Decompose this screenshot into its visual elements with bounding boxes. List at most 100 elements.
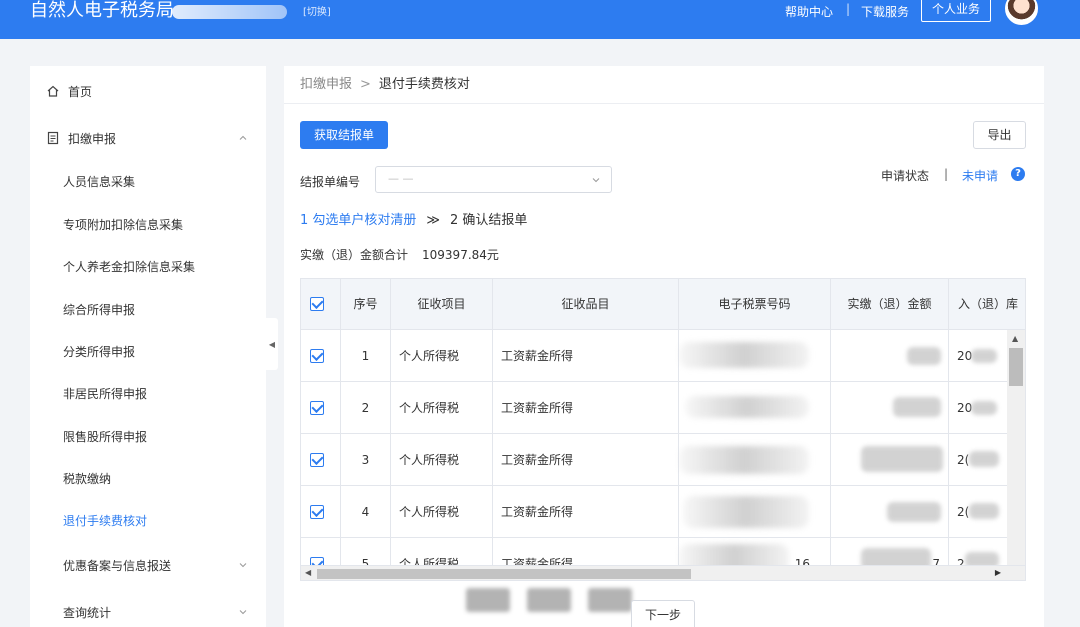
sidebar-item-nonresident-income[interactable]: 非居民所得申报 xyxy=(30,372,266,414)
redacted-button[interactable] xyxy=(527,588,571,612)
redacted-ticket xyxy=(679,446,809,474)
redacted-amount xyxy=(887,502,941,522)
sidebar-item-pension-deduction[interactable]: 个人养老金扣除信息采集 xyxy=(30,245,266,287)
vertical-scrollbar[interactable]: ▲ xyxy=(1007,330,1025,565)
redacted-button[interactable] xyxy=(466,588,510,612)
sidebar-item-query-statistics[interactable]: 查询统计 xyxy=(30,591,266,627)
select-placeholder: — — xyxy=(388,172,414,185)
row-category: 工资薪金所得 xyxy=(493,434,679,486)
column-header: 实缴（退）金额 xyxy=(831,279,949,330)
scroll-up-icon[interactable]: ▲ xyxy=(1012,334,1018,343)
top-header: 自然人电子税务局 [切换] 帮助中心 | 下载服务 个人业务 xyxy=(0,0,1080,39)
sidebar-item-preferential-filing[interactable]: 优惠备案与信息报送 xyxy=(30,544,266,586)
row-item: 个人所得税 xyxy=(391,434,493,486)
row-checkbox-cell xyxy=(301,382,341,434)
sidebar-item-label: 个人养老金扣除信息采集 xyxy=(63,259,196,274)
personal-business-button[interactable]: 个人业务 xyxy=(921,0,991,22)
row-category: 工资薪金所得 xyxy=(493,330,679,382)
total-amount-value: 109397.84元 xyxy=(422,248,499,262)
sidebar-item-withholding-declaration[interactable]: 扣缴申报 xyxy=(30,117,266,159)
sidebar-item-label: 综合所得申报 xyxy=(63,302,136,317)
column-header: 序号 xyxy=(341,279,391,330)
next-step-button[interactable]: 下一步 xyxy=(631,600,695,627)
horizontal-scroll-thumb[interactable] xyxy=(317,569,691,579)
chevron-down-icon xyxy=(592,178,600,183)
table-row[interactable]: 4 个人所得税 工资薪金所得 2( xyxy=(301,486,1007,538)
scroll-right-icon[interactable]: ▶ xyxy=(995,568,1001,577)
sidebar-item-comprehensive-income[interactable]: 综合所得申报 xyxy=(30,288,266,330)
table-row[interactable]: 2 个人所得税 工资薪金所得 20 xyxy=(301,382,1007,434)
sidebar-item-tax-payment[interactable]: 税款缴纳 xyxy=(30,457,266,499)
row-item: 个人所得税 xyxy=(391,382,493,434)
row-ticket xyxy=(679,382,831,434)
scroll-left-icon[interactable]: ◀ xyxy=(305,568,311,577)
breadcrumb-current: 退付手续费核对 xyxy=(378,77,470,92)
row-date-text: 20 xyxy=(957,401,973,415)
breadcrumb: 扣缴申报 > 退付手续费核对 xyxy=(300,76,470,94)
row-number: 1 xyxy=(341,330,391,382)
switch-link[interactable]: [切换] xyxy=(303,3,331,18)
row-checkbox[interactable] xyxy=(310,453,324,467)
row-date-text: 2( xyxy=(957,505,970,519)
statement-number-label: 结报单编号 xyxy=(300,175,361,189)
sidebar-collapse-toggle[interactable]: ◀ xyxy=(266,318,278,370)
redacted-ticket xyxy=(679,342,809,368)
row-date-text: 2( xyxy=(957,453,970,467)
table-row[interactable]: 3 个人所得税 工资薪金所得 2( xyxy=(301,434,1007,486)
sidebar-item-classified-income[interactable]: 分类所得申报 xyxy=(30,330,266,372)
breadcrumb-arrow: > xyxy=(360,77,371,92)
help-icon[interactable]: ? xyxy=(1011,167,1025,181)
sidebar-item-home[interactable]: 首页 xyxy=(30,70,266,112)
divider xyxy=(284,103,1044,104)
row-item: 个人所得税 xyxy=(391,330,493,382)
table-header: 序号 征收项目 征收品目 电子税票号码 实缴（退）金额 入（退）库 xyxy=(301,279,1025,330)
refund-table: 序号 征收项目 征收品目 电子税票号码 实缴（退）金额 入（退）库 1 个人所得… xyxy=(300,278,1026,581)
redacted-date xyxy=(971,349,997,363)
sidebar-item-refund-fee-check[interactable]: 退付手续费核对 xyxy=(30,499,266,541)
app-title: 自然人电子税务局 xyxy=(30,0,174,21)
sidebar-item-label: 非居民所得申报 xyxy=(63,386,148,401)
redacted-date xyxy=(969,451,999,467)
select-all-cell xyxy=(301,279,341,330)
document-icon xyxy=(47,131,59,145)
row-ticket xyxy=(679,330,831,382)
select-all-checkbox[interactable] xyxy=(310,297,324,311)
sidebar-item-special-deduction[interactable]: 专项附加扣除信息采集 xyxy=(30,203,266,245)
application-status-label: 申请状态 xyxy=(881,169,930,183)
row-date: 20 xyxy=(949,330,1007,382)
row-ticket xyxy=(679,434,831,486)
row-date: 2( xyxy=(949,486,1007,538)
avatar[interactable] xyxy=(1005,0,1038,25)
row-checkbox-cell xyxy=(301,434,341,486)
fetch-statement-button[interactable]: 获取结报单 xyxy=(300,121,388,149)
download-service-link[interactable]: 下载服务 xyxy=(861,3,909,20)
row-amount xyxy=(831,330,949,382)
column-header: 入（退）库 xyxy=(957,297,1018,311)
row-checkbox-cell xyxy=(301,330,341,382)
breadcrumb-parent[interactable]: 扣缴申报 xyxy=(300,77,352,92)
sidebar: 首页 扣缴申报 人员信息采集 专项附加扣除信息采集 个人养老金扣除信息采集 综合… xyxy=(30,66,266,627)
statement-number-select[interactable]: — — xyxy=(375,166,612,193)
export-button[interactable]: 导出 xyxy=(973,121,1026,149)
sidebar-item-label: 首页 xyxy=(68,84,93,99)
vertical-scroll-thumb[interactable] xyxy=(1009,348,1023,386)
step-arrow: ≫ xyxy=(426,213,441,228)
row-checkbox[interactable] xyxy=(310,505,324,519)
row-checkbox[interactable] xyxy=(310,401,324,415)
row-ticket xyxy=(679,486,831,538)
row-checkbox[interactable] xyxy=(310,349,324,363)
sidebar-item-personnel-info[interactable]: 人员信息采集 xyxy=(30,160,266,202)
application-status-value: 未申请 xyxy=(962,169,999,183)
row-checkbox-cell xyxy=(301,486,341,538)
row-number: 3 xyxy=(341,434,391,486)
horizontal-scrollbar[interactable]: ◀ ▶ xyxy=(301,565,1025,580)
table-row[interactable]: 1 个人所得税 工资薪金所得 20 xyxy=(301,330,1007,382)
step-1[interactable]: 1 勾选单户核对清册 xyxy=(300,213,416,228)
row-item: 个人所得税 xyxy=(391,486,493,538)
step-2[interactable]: 2 确认结报单 xyxy=(450,213,527,228)
redacted-button[interactable] xyxy=(588,588,632,612)
help-center-link[interactable]: 帮助中心 xyxy=(785,3,833,20)
row-date: 20 xyxy=(949,382,1007,434)
row-number: 2 xyxy=(341,382,391,434)
sidebar-item-restricted-shares[interactable]: 限售股所得申报 xyxy=(30,415,266,457)
